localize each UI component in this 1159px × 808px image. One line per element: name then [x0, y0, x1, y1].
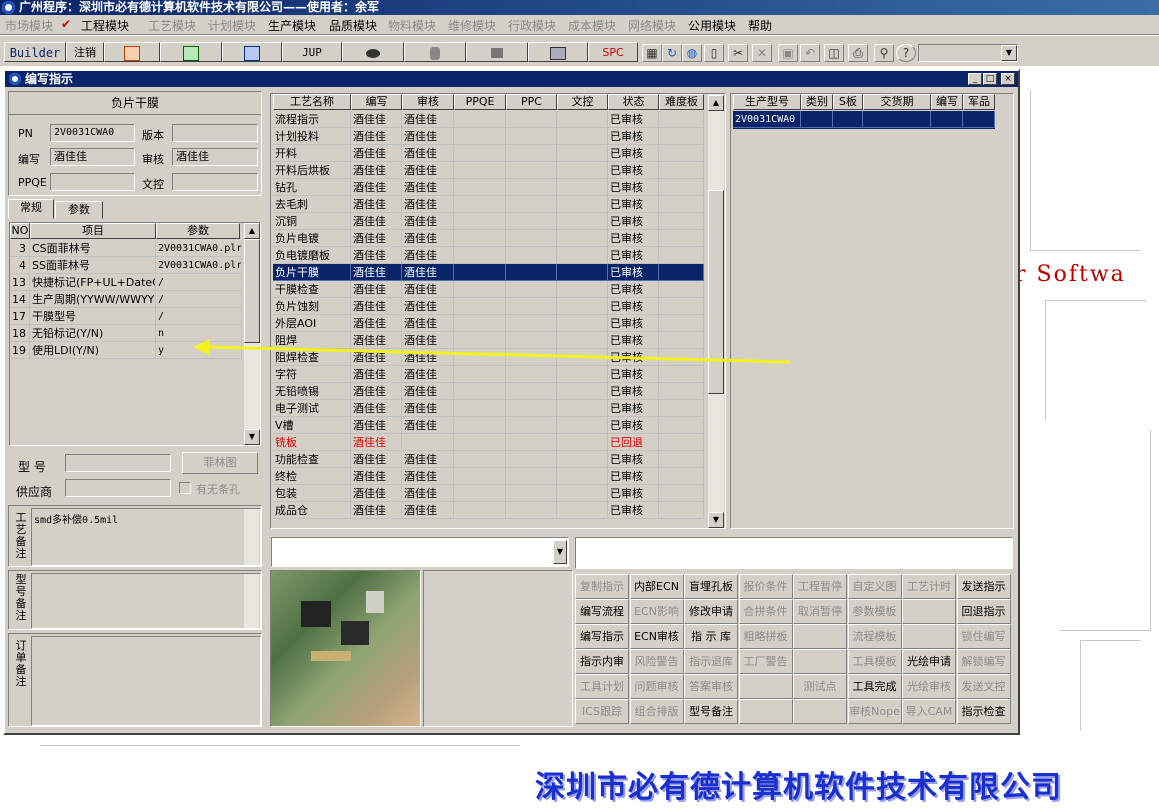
- annotation-arrow-line: [207, 345, 791, 364]
- annotation-overlay: [193, 339, 791, 364]
- annotation-arrow-head: [193, 339, 210, 355]
